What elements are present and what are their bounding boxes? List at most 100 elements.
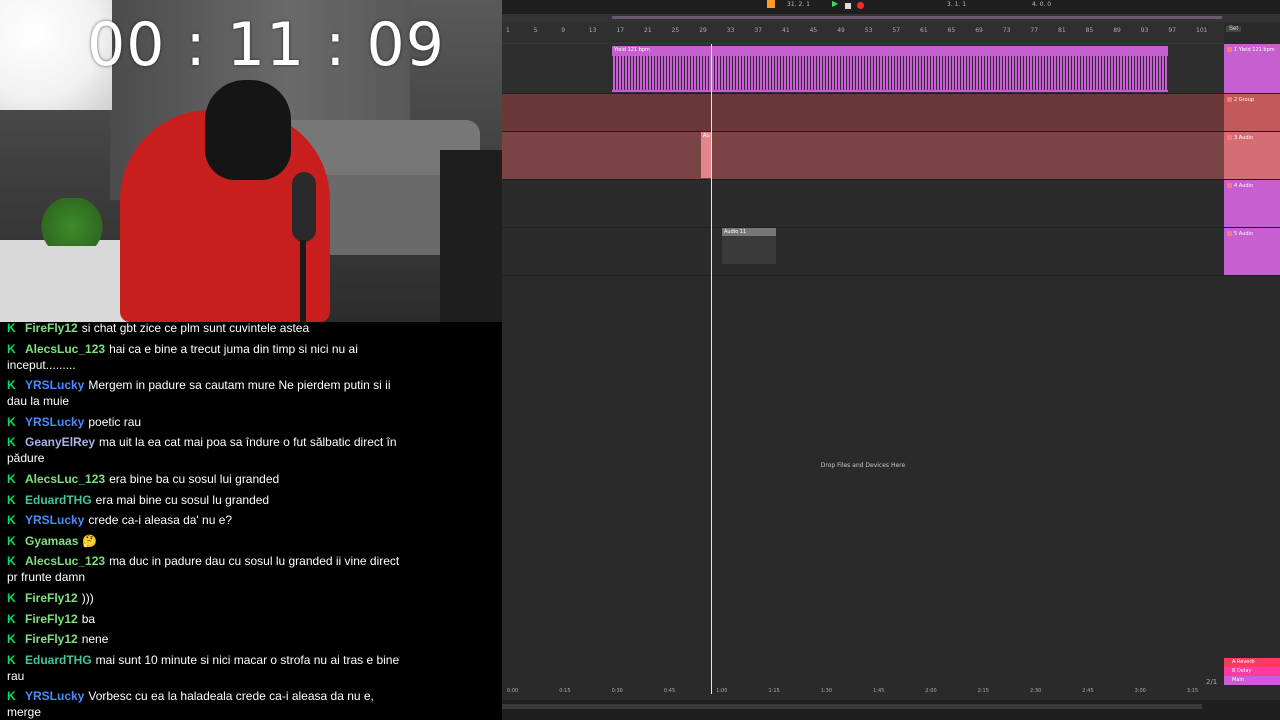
time-ruler[interactable]: 0:00 0:15 0:30 0:45 1:00 1:15 1:30 1:45 2:00 2:15…	[502, 686, 1224, 698]
bar-number: 37	[754, 27, 763, 34]
playhead[interactable]	[711, 44, 712, 694]
kick-badge-icon: K	[7, 492, 16, 507]
track-header[interactable]: 2 Group	[1224, 94, 1280, 132]
chat-text: crede ca-i aleasa da' nu e?	[88, 513, 233, 528]
audio-clip[interactable]: Au	[701, 132, 711, 178]
track-lane[interactable]	[502, 94, 1224, 132]
time-label: 0:30	[611, 688, 623, 694]
chat-message: K FireFly12 nene	[7, 631, 502, 647]
record-icon[interactable]	[857, 2, 864, 9]
time-label: 2:30	[1030, 688, 1042, 694]
chat-message: K AlecsLuc_123 era bine ba cu sosul lui gr…	[7, 471, 502, 487]
loop-length-display[interactable]: 4. 0. 0	[1032, 1, 1051, 8]
track-activator-icon[interactable]	[1227, 47, 1232, 52]
daw-arrangement-view: 31. 2. 1 ▶ 3. 1. 1 4. 0. 0 1 5 9 13 17 21 25 29…	[502, 0, 1280, 720]
stop-icon[interactable]	[845, 3, 851, 9]
chat-username: GeanyElRey	[25, 435, 96, 450]
bar-number: 1	[506, 27, 510, 34]
return-tracks: A Reverb B Delay Main	[1224, 658, 1280, 685]
kick-badge-icon: K	[7, 513, 16, 528]
chat-username: Gyamaas	[25, 533, 79, 548]
bar-number: 61	[920, 27, 928, 34]
time-label: 1:30	[820, 688, 833, 694]
audio-clip[interactable]: Yield 121 bpm	[612, 46, 1168, 92]
chat-panel: K FireFly12 si chat gbt zice ce plm sunt c…	[0, 322, 502, 720]
chat-text: era bine ba cu sosul lui granded	[109, 471, 280, 486]
status-bar	[502, 700, 1280, 720]
track-lane[interactable]	[502, 180, 1224, 228]
bar-number: 53	[864, 27, 873, 34]
microphone	[292, 172, 316, 242]
chat-message: K EduardTHG era mai bine cu sosul lu grand…	[7, 492, 502, 508]
play-icon[interactable]: ▶	[832, 0, 838, 8]
chat-username: YRSLucky	[25, 414, 85, 429]
drop-hint: Drop Files and Devices Here	[820, 462, 906, 469]
metronome-icon[interactable]	[767, 0, 775, 8]
return-track[interactable]: Main	[1224, 676, 1280, 685]
time-label: 0:15	[559, 688, 571, 694]
track-lane[interactable]: Au	[502, 132, 1224, 180]
chat-message: K YRSLucky crede ca-i aleasa da' nu e?	[7, 512, 502, 528]
transport-bar: 31. 2. 1 ▶ 3. 1. 1 4. 0. 0	[502, 0, 1280, 14]
bar-ruler[interactable]: 1 5 9 13 17 21 25 29 33 37 41 45 49 53 57 61 65 69 73 77 81 8…	[502, 22, 1224, 44]
chat-username: FireFly12	[25, 590, 78, 605]
return-track[interactable]: B Delay	[1224, 667, 1280, 676]
track-name: 3 Audio	[1234, 135, 1253, 141]
bar-number: 49	[837, 27, 845, 34]
bar-number: 33	[726, 27, 735, 34]
track-activator-icon[interactable]	[1227, 135, 1232, 140]
track-lane[interactable]: Audio 11	[502, 228, 1224, 276]
bar-number: 97	[1168, 27, 1177, 34]
bar-number: 85	[1085, 27, 1094, 34]
chat-message: K YRSLucky poetic rau	[7, 414, 502, 430]
chat-text: poetic rau	[88, 414, 142, 429]
bar-number: 73	[1002, 27, 1011, 34]
bar-number: 17	[616, 27, 625, 34]
bar-number: 5	[533, 27, 538, 34]
time-label: 2:45	[1082, 688, 1094, 694]
position-display[interactable]: 31. 2. 1	[787, 1, 810, 8]
track-header[interactable]: 5 Audio	[1224, 228, 1280, 276]
chat-username: YRSLucky	[25, 513, 85, 528]
track-activator-icon[interactable]	[1227, 97, 1232, 102]
track-header[interactable]: 1 Yield 121 bpm	[1224, 44, 1280, 94]
chat-message: K EduardTHG mai sunt 10 minute si nici mac…	[7, 652, 502, 684]
audio-clip[interactable]: Audio 11	[722, 228, 776, 264]
track-header[interactable]: 4 Audio	[1224, 180, 1280, 228]
track-activator-icon[interactable]	[1227, 231, 1232, 236]
loop-start-display[interactable]: 3. 1. 1	[947, 1, 966, 8]
bar-number: 29	[699, 27, 707, 34]
kick-badge-icon: K	[7, 554, 16, 569]
clip-name: Au	[703, 133, 710, 139]
chat-username: FireFly12	[25, 322, 78, 335]
bar-number: 101	[1196, 27, 1208, 34]
kick-badge-icon: K	[7, 322, 16, 335]
bar-number: 13	[588, 27, 597, 34]
chat-username: EduardTHG	[25, 652, 92, 667]
time-label: 1:00	[716, 688, 728, 694]
set-button[interactable]: Set	[1226, 26, 1242, 32]
chat-message: K AlecsLuc_123 ma duc in padure dau cu sos…	[7, 553, 502, 585]
clip-name: Audio 11	[722, 228, 776, 236]
chat-message: K FireFly12 ba	[7, 611, 502, 627]
chat-message: K FireFly12 si chat gbt zice ce plm sunt c…	[7, 322, 502, 336]
empty-arrangement[interactable]	[502, 276, 1224, 694]
kick-badge-icon: K	[7, 652, 16, 667]
track-name: 2 Group	[1234, 97, 1254, 103]
bar-number: 69	[975, 27, 983, 34]
return-track[interactable]: A Reverb	[1224, 658, 1280, 667]
time-label: 2:15	[977, 688, 989, 694]
webcam-feed: 00 : 11 : 09	[0, 0, 502, 322]
chat-text: 🤔	[82, 533, 98, 548]
time-label: 0:00	[507, 688, 519, 694]
bar-number: 9	[561, 27, 566, 34]
track-header[interactable]: 3 Audio	[1224, 132, 1280, 180]
chat-text: ba	[81, 611, 96, 626]
track-activator-icon[interactable]	[1227, 183, 1232, 188]
overview-scrubber[interactable]	[502, 14, 1280, 22]
track-lane[interactable]: Yield 121 bpm	[502, 44, 1224, 94]
track-name: 5 Audio	[1234, 231, 1253, 237]
bar-number: 57	[892, 27, 901, 34]
streamer-head	[205, 80, 291, 180]
chat-username: FireFly12	[25, 611, 78, 626]
